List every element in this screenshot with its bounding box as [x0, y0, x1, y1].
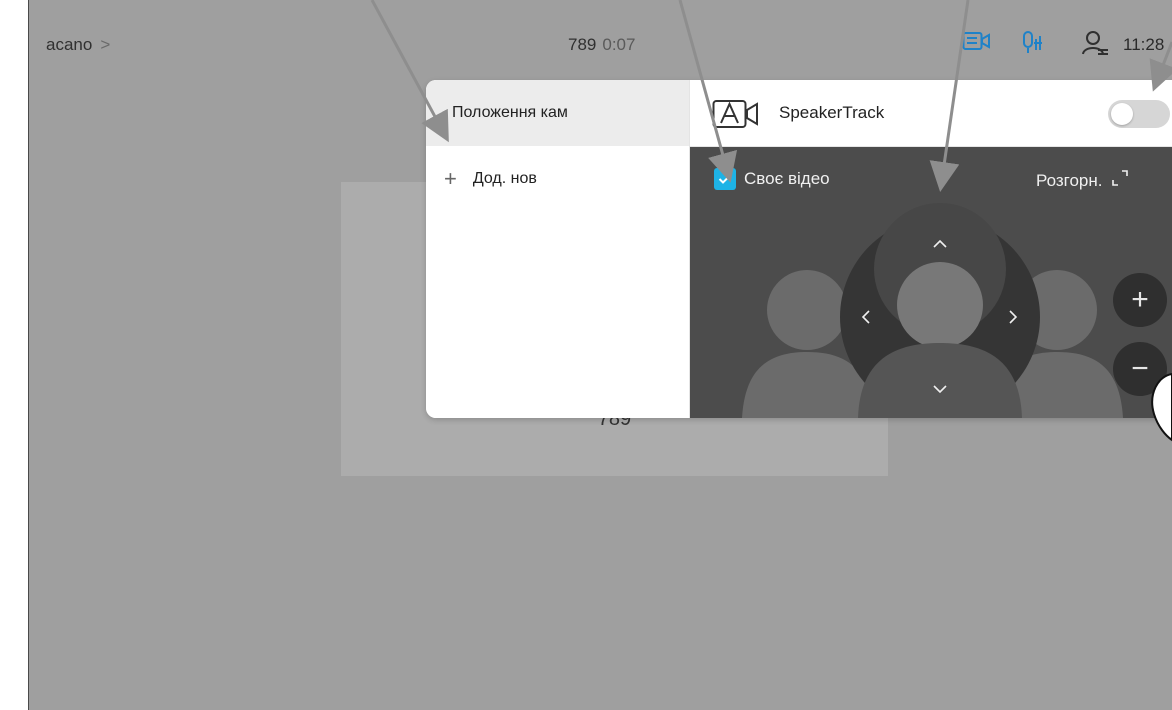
microphone-icon[interactable] — [1021, 30, 1047, 61]
add-new-label: Дод. нов — [472, 170, 537, 187]
expand-label: Розгорн. — [1036, 170, 1103, 190]
speakertrack-camera-icon — [712, 99, 764, 134]
camera-presets-column: Положення кам + Дод. нов — [426, 80, 690, 418]
checkbox-checked-icon — [714, 168, 736, 190]
pan-down-icon[interactable] — [932, 381, 948, 399]
selfview-checkbox[interactable]: Своє відео — [714, 168, 830, 190]
call-info: 789 0:07 — [568, 35, 635, 55]
breadcrumb-chevron-icon: > — [100, 35, 111, 54]
call-number: 789 — [568, 35, 597, 54]
pan-right-icon[interactable] — [1008, 309, 1018, 330]
speakertrack-row: SpeakerTrack — [690, 80, 1172, 147]
toggle-knob — [1111, 103, 1133, 125]
top-bar: acano > 789 0:07 11:28 — [29, 0, 1172, 80]
finger-pointer-icon — [1151, 372, 1172, 442]
speakertrack-toggle[interactable] — [1108, 100, 1170, 128]
presets-header-label: Положення кам — [452, 104, 568, 121]
call-duration: 0:07 — [602, 35, 636, 54]
pan-left-icon[interactable] — [861, 309, 871, 330]
selfview-preview[interactable]: Своє відео Розгорн. + − — [690, 147, 1172, 418]
zoom-in-button[interactable]: + — [1113, 273, 1167, 327]
expand-icon — [1111, 169, 1129, 192]
camera-view-column: SpeakerTrack Своє відео Розгорн. + − — [690, 80, 1172, 418]
zoom-in-label: + — [1131, 283, 1149, 316]
person-icon[interactable] — [1081, 30, 1109, 61]
speakertrack-label: SpeakerTrack — [779, 103, 885, 122]
camera-control-icon[interactable] — [962, 30, 992, 59]
breadcrumb[interactable]: acano > — [46, 35, 110, 55]
selfview-label: Своє відео — [744, 169, 830, 188]
camera-control-panel: Положення кам + Дод. нов SpeakerTrack Св… — [426, 80, 1172, 418]
presets-header[interactable]: Положення кам — [426, 80, 689, 146]
add-new-preset-button[interactable]: + Дод. нов — [444, 166, 537, 191]
pan-up-icon[interactable] — [932, 236, 948, 254]
expand-button[interactable]: Розгорн. — [1036, 169, 1172, 192]
video-screen: acano > 789 0:07 11:28 789 Положення кам… — [28, 0, 1172, 710]
clock: 11:28 — [1123, 35, 1165, 54]
plus-icon: + — [444, 166, 457, 191]
breadcrumb-label: acano — [46, 35, 93, 54]
